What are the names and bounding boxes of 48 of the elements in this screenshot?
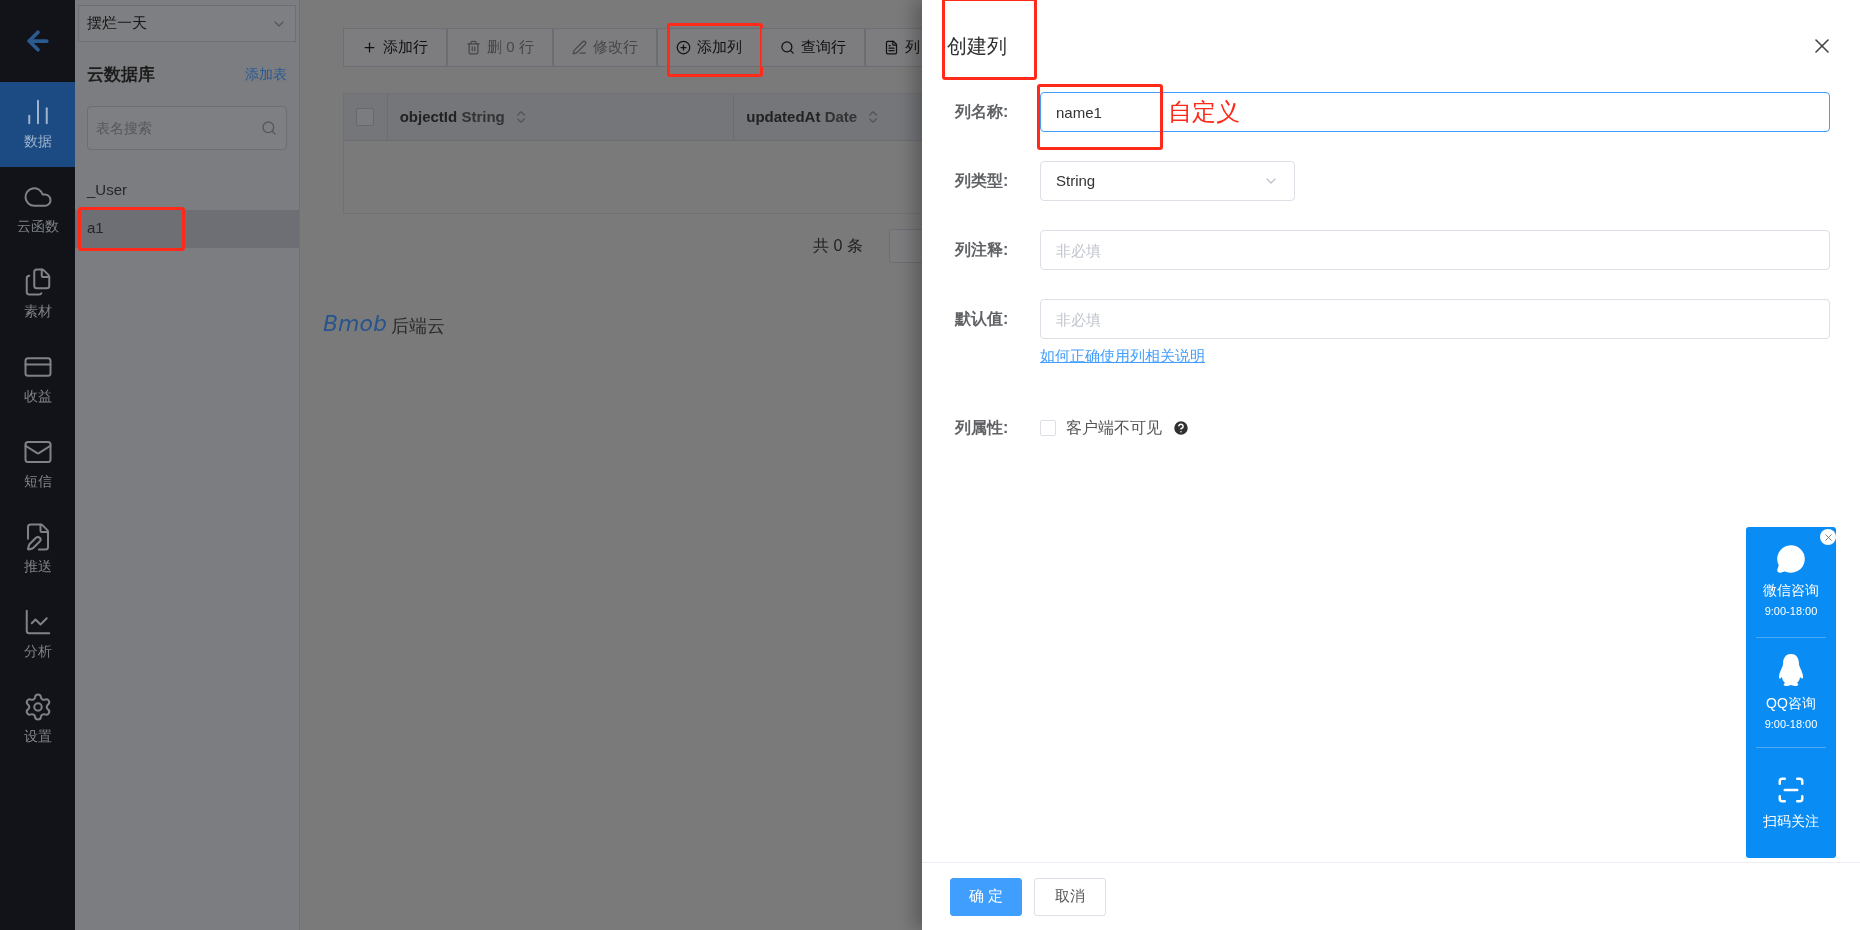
column-header[interactable]: updatedAt Date	[734, 94, 922, 140]
search-icon	[779, 40, 795, 55]
contact-item[interactable]: 扫码关注	[1756, 748, 1826, 858]
nav-item[interactable]: 收益	[0, 337, 75, 422]
help-link[interactable]: 如何正确使用列相关说明	[1040, 345, 1205, 368]
nav-item[interactable]: 云函数	[0, 167, 75, 252]
field-label: 默认值:	[955, 309, 1010, 329]
pen-icon	[571, 40, 587, 55]
penguin-icon	[1776, 652, 1806, 687]
contact-item[interactable]: 微信咨询 9:00-18:00	[1756, 527, 1826, 638]
field-label: 列名称:	[955, 102, 1010, 122]
table-list-item[interactable]: _User	[75, 171, 299, 210]
nav-item[interactable]: 素材	[0, 252, 75, 337]
contact-item[interactable]: QQ咨询 9:00-18:00	[1756, 637, 1826, 749]
search-icon	[261, 119, 277, 136]
document-icon	[883, 40, 899, 55]
brand-logo: Bmob	[323, 310, 387, 338]
type-select[interactable]: String	[1040, 161, 1295, 201]
nav-item[interactable]: 分析	[0, 592, 75, 677]
field-label: 列属性:	[955, 418, 1010, 438]
toolbar-button[interactable]: 添加列	[656, 28, 761, 67]
text-field[interactable]: 非必填	[1040, 230, 1830, 270]
confirm-button[interactable]: 确 定	[950, 877, 1022, 916]
column-header[interactable]: objectId String	[387, 94, 735, 140]
panel-title: 云数据库	[87, 64, 155, 86]
toolbar-button[interactable]: 查询行	[760, 28, 865, 67]
plus-circle-icon	[675, 40, 691, 55]
annotation-text: 自定义	[1168, 97, 1240, 127]
dialog-title: 创建列	[947, 35, 1007, 57]
brand-text: 后端云	[390, 315, 445, 338]
nav-item[interactable]: 数据	[0, 82, 75, 167]
checkbox-label: 客户端不可见	[1066, 418, 1162, 438]
plus-icon	[362, 40, 377, 55]
nav-item[interactable]: 短信	[0, 422, 75, 507]
checkbox[interactable]	[1040, 420, 1056, 436]
toolbar-button[interactable]: 添加行	[343, 28, 447, 67]
nav-item[interactable]: 推送	[0, 507, 75, 592]
field-label: 列类型:	[955, 171, 1010, 191]
field-label: 列注释:	[955, 240, 1010, 260]
cancel-button[interactable]: 取消	[1034, 877, 1106, 916]
toolbar-button[interactable]: 列	[864, 28, 922, 67]
project-select[interactable]: 摆烂一天	[78, 5, 296, 42]
text-field[interactable]: 非必填	[1040, 299, 1830, 339]
total-count: 共 0 条	[813, 236, 863, 256]
table-list-item[interactable]: a1	[75, 209, 299, 248]
help-icon[interactable]	[1172, 419, 1190, 437]
nav-item[interactable]: 设置	[0, 677, 75, 762]
trash-icon	[466, 40, 481, 55]
